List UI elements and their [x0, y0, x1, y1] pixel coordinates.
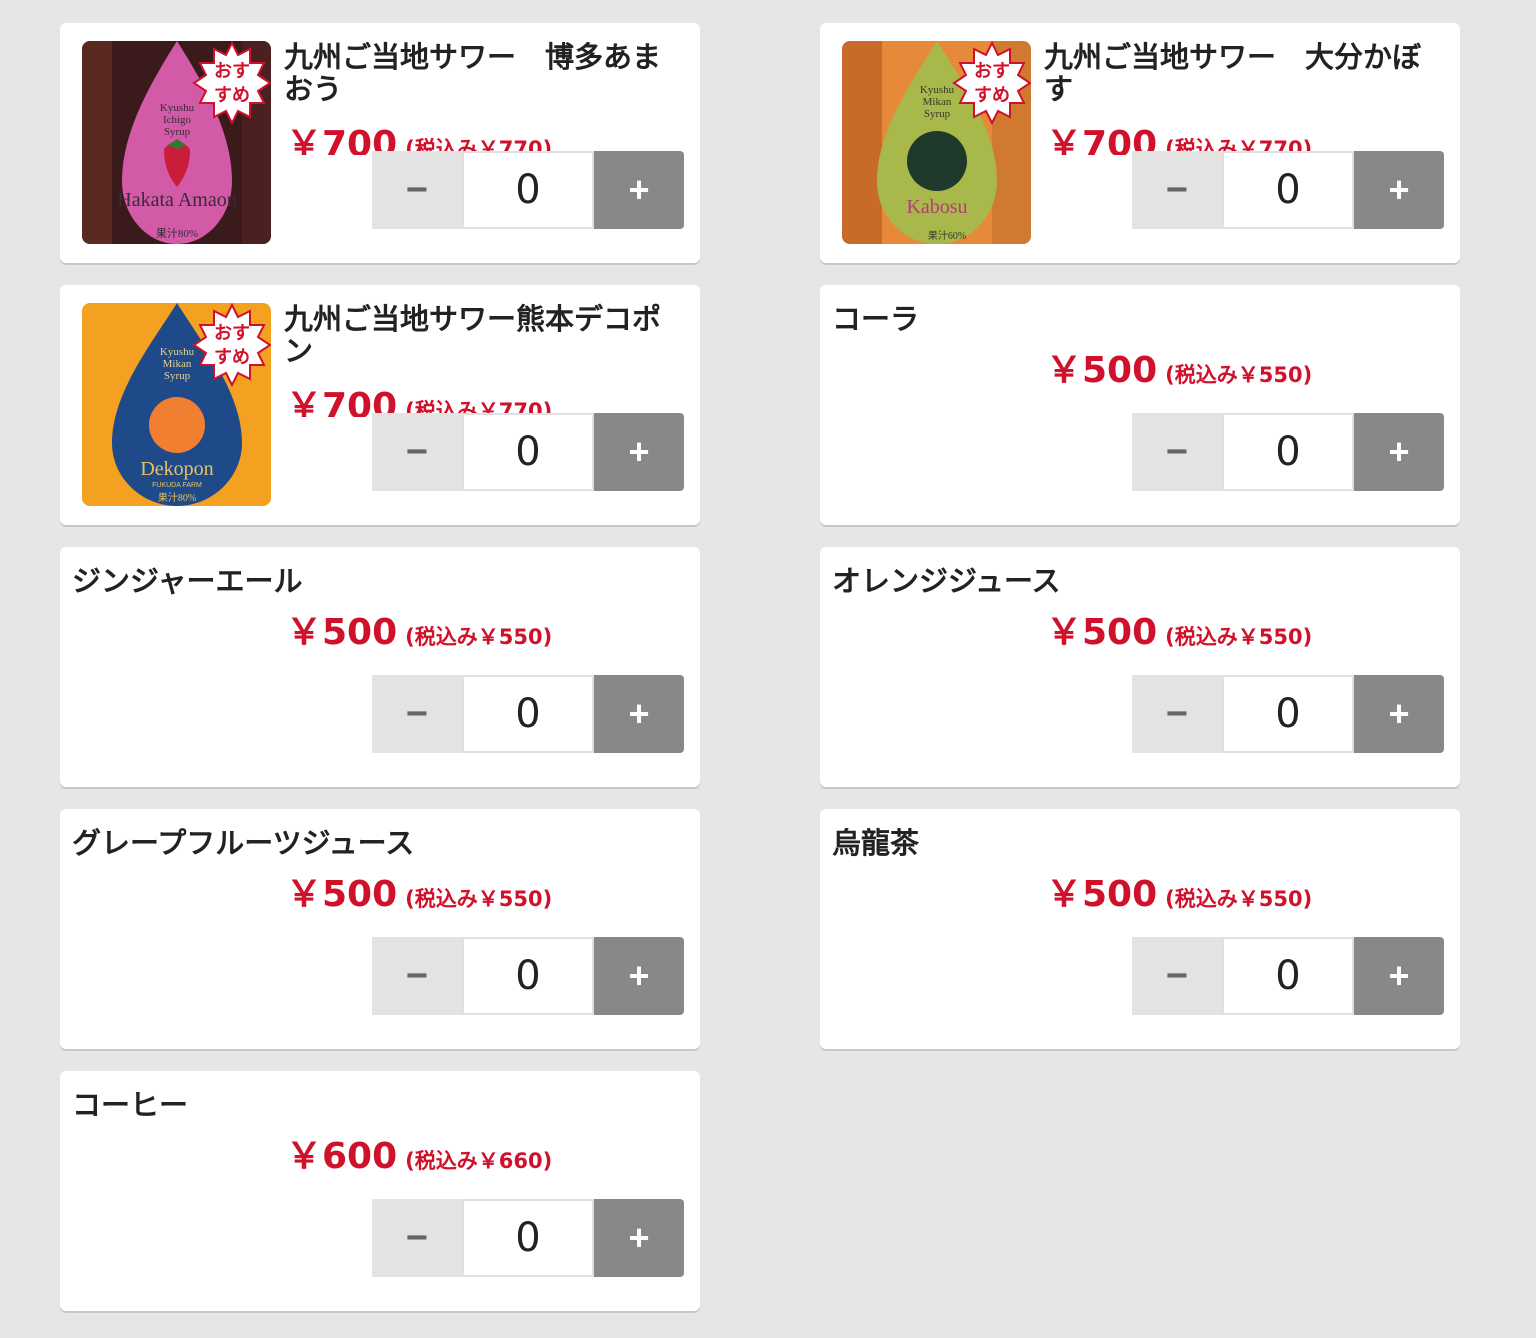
price-value: ￥500 [1046, 350, 1158, 391]
quantity-field[interactable]: 0 [1222, 675, 1354, 753]
svg-text:おす: おす [974, 61, 1010, 82]
product-name: オレンジジュース [832, 564, 1061, 598]
svg-text:Syrup: Syrup [164, 126, 191, 138]
increment-button[interactable]: + [594, 1199, 684, 1277]
product-name: グレープフルーツジュース [72, 826, 415, 860]
quantity-field[interactable]: 0 [462, 1199, 594, 1277]
product-name: 九州ご当地サワー 大分かぼす [1044, 40, 1422, 106]
decrement-button[interactable]: − [1132, 413, 1222, 491]
svg-text:Kyushu: Kyushu [920, 84, 955, 96]
price-value: ￥500 [1046, 612, 1158, 653]
quantity-field[interactable]: 0 [462, 413, 594, 491]
quantity-stepper: − 0 + [1132, 413, 1444, 491]
quantity-stepper: − 0 + [372, 1199, 684, 1277]
svg-text:Kabosu: Kabosu [906, 196, 967, 218]
price-value: ￥500 [1046, 874, 1158, 915]
increment-button[interactable]: + [594, 151, 684, 229]
product-name: 烏龍茶 [832, 826, 920, 860]
price-tax-included: (税込み￥660) [405, 1149, 553, 1173]
svg-text:すめ: すめ [974, 85, 1010, 106]
product-image-amaou: Kyushu Ichigo Syrup Hakata Amaou 果汁80% お… [82, 41, 271, 244]
product-price: ￥500 (税込み￥550) [1046, 351, 1312, 391]
product-card: コーヒー ￥600 (税込み￥660) − 0 + [60, 1071, 700, 1311]
product-card: Kyushu Mikan Syrup Dekopon FUKUDA FARM 果… [60, 285, 700, 525]
product-card: Kyushu Ichigo Syrup Hakata Amaou 果汁80% お… [60, 23, 700, 263]
svg-text:Dekopon: Dekopon [140, 458, 213, 480]
svg-text:Ichigo: Ichigo [163, 114, 192, 126]
quantity-field[interactable]: 0 [1222, 937, 1354, 1015]
product-price: ￥500 (税込み￥550) [1046, 613, 1312, 653]
product-name: コーヒー [72, 1088, 189, 1122]
increment-button[interactable]: + [594, 937, 684, 1015]
product-price: ￥500 (税込み￥550) [1046, 875, 1312, 915]
product-image-kabosu: Kyushu Mikan Syrup Kabosu 果汁60% おす すめ [842, 41, 1031, 244]
product-name: コーラ [832, 302, 920, 336]
product-card: ジンジャーエール ￥500 (税込み￥550) − 0 + [60, 547, 700, 787]
price-value: ￥500 [286, 874, 398, 915]
price-tax-included: (税込み￥550) [1165, 625, 1313, 649]
quantity-stepper: − 0 + [372, 151, 684, 229]
svg-text:果汁80%: 果汁80% [158, 491, 196, 504]
price-tax-included: (税込み￥550) [1165, 887, 1313, 911]
price-value: ￥500 [286, 612, 398, 653]
price-value: ￥600 [286, 1136, 398, 1177]
svg-text:Syrup: Syrup [164, 370, 191, 382]
quantity-stepper: − 0 + [372, 413, 684, 491]
decrement-button[interactable]: − [1132, 675, 1222, 753]
increment-button[interactable]: + [1354, 937, 1444, 1015]
increment-button[interactable]: + [594, 675, 684, 753]
increment-button[interactable]: + [1354, 413, 1444, 491]
product-card: グレープフルーツジュース ￥500 (税込み￥550) − 0 + [60, 809, 700, 1049]
quantity-stepper: − 0 + [372, 937, 684, 1015]
product-card: オレンジジュース ￥500 (税込み￥550) − 0 + [820, 547, 1460, 787]
svg-text:Hakata Amaou: Hakata Amaou [117, 189, 236, 211]
quantity-field[interactable]: 0 [462, 151, 594, 229]
increment-button[interactable]: + [1354, 151, 1444, 229]
decrement-button[interactable]: − [372, 937, 462, 1015]
decrement-button[interactable]: − [1132, 151, 1222, 229]
product-card: コーラ ￥500 (税込み￥550) − 0 + [820, 285, 1460, 525]
svg-text:果汁60%: 果汁60% [928, 229, 966, 242]
svg-text:すめ: すめ [214, 347, 250, 368]
decrement-button[interactable]: − [372, 675, 462, 753]
product-price: ￥500 (税込み￥550) [286, 875, 552, 915]
svg-text:Kyushu: Kyushu [160, 346, 195, 358]
quantity-stepper: − 0 + [1132, 151, 1444, 229]
price-tax-included: (税込み￥550) [405, 625, 553, 649]
quantity-field[interactable]: 0 [462, 675, 594, 753]
product-name: 九州ご当地サワー 博多あまおう [284, 40, 662, 106]
quantity-stepper: − 0 + [1132, 937, 1444, 1015]
svg-text:おす: おす [214, 61, 250, 82]
quantity-field[interactable]: 0 [1222, 151, 1354, 229]
svg-text:FUKUDA FARM: FUKUDA FARM [152, 482, 202, 489]
svg-text:Mikan: Mikan [163, 358, 192, 370]
product-card: 烏龍茶 ￥500 (税込み￥550) − 0 + [820, 809, 1460, 1049]
decrement-button[interactable]: − [372, 1199, 462, 1277]
svg-text:果汁80%: 果汁80% [156, 227, 198, 240]
svg-text:おす: おす [214, 323, 250, 344]
quantity-field[interactable]: 0 [462, 937, 594, 1015]
svg-text:Mikan: Mikan [923, 96, 952, 108]
product-image-dekopon: Kyushu Mikan Syrup Dekopon FUKUDA FARM 果… [82, 303, 271, 506]
svg-text:Kyushu: Kyushu [160, 102, 195, 114]
product-name: ジンジャーエール [72, 564, 303, 598]
product-price: ￥500 (税込み￥550) [286, 613, 552, 653]
quantity-field[interactable]: 0 [1222, 413, 1354, 491]
product-price: ￥600 (税込み￥660) [286, 1137, 552, 1177]
product-name: 九州ご当地サワー熊本デコポン [284, 302, 662, 368]
product-card: Kyushu Mikan Syrup Kabosu 果汁60% おす すめ 九州… [820, 23, 1460, 263]
decrement-button[interactable]: − [1132, 937, 1222, 1015]
quantity-stepper: − 0 + [372, 675, 684, 753]
increment-button[interactable]: + [1354, 675, 1444, 753]
increment-button[interactable]: + [594, 413, 684, 491]
decrement-button[interactable]: − [372, 413, 462, 491]
decrement-button[interactable]: − [372, 151, 462, 229]
price-tax-included: (税込み￥550) [1165, 363, 1313, 387]
price-tax-included: (税込み￥550) [405, 887, 553, 911]
quantity-stepper: − 0 + [1132, 675, 1444, 753]
svg-text:Syrup: Syrup [924, 108, 951, 120]
svg-text:すめ: すめ [214, 85, 250, 106]
